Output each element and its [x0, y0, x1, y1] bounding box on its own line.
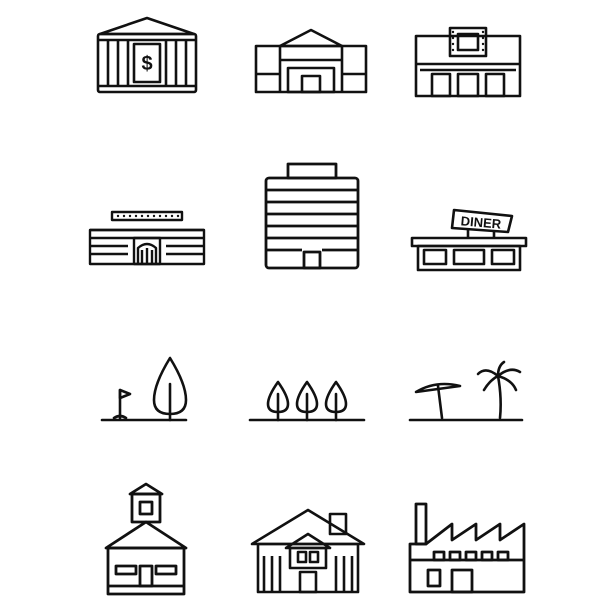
office-building-icon: [264, 162, 360, 270]
beach-palm-icon: [408, 360, 524, 422]
school-icon: [104, 482, 188, 596]
house-icon: [250, 508, 366, 594]
golf-park-icon: [100, 356, 188, 422]
mall-icon: [254, 28, 368, 94]
stadium-icon: [88, 210, 206, 266]
diner-icon: DINER: [410, 208, 528, 272]
bank-dollar-sign: $: [141, 53, 152, 75]
bank-icon: $: [96, 16, 198, 94]
trees-icon: [248, 380, 366, 422]
theater-icon: [414, 26, 522, 98]
factory-icon: [408, 502, 526, 594]
icon-sheet: $ DINER: [0, 0, 612, 612]
